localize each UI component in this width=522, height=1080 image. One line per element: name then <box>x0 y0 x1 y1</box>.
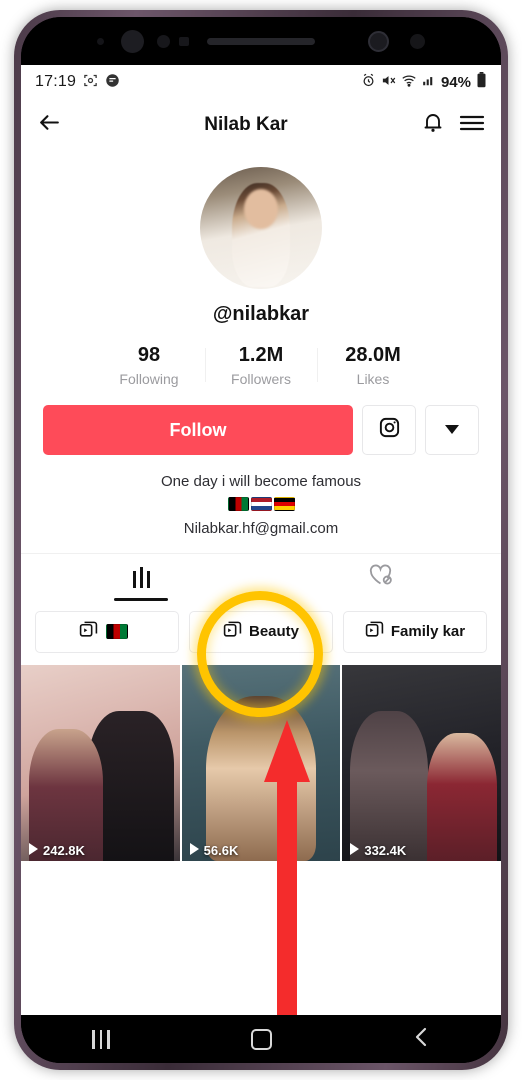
front-camera-icon <box>121 30 144 53</box>
stat-label: Following <box>119 371 179 387</box>
video-thumbnail[interactable]: 242.8K <box>21 664 180 861</box>
playlist-label: Beauty <box>248 623 300 641</box>
app-icon <box>105 73 120 92</box>
video-view-count: 56.6K <box>203 842 239 858</box>
app-screen: 17:19 94% Nilab Kar @nilabkar 98 Followi… <box>21 65 501 1015</box>
flag-afghanistan-icon <box>105 624 128 640</box>
play-icon <box>28 842 39 858</box>
status-bar: 17:19 94% <box>21 65 501 99</box>
hamburger-menu-icon[interactable] <box>459 112 485 139</box>
playlist-chip-beauty[interactable]: Beauty <box>189 610 333 653</box>
status-bar-left: 17:19 <box>35 73 120 92</box>
battery-icon <box>476 72 487 92</box>
play-icon <box>349 842 360 858</box>
profile-section: @nilabkar 98 Following 1.2M Followers 28… <box>21 151 501 537</box>
back-chevron-icon <box>412 1026 430 1053</box>
recents-icon <box>92 1029 110 1049</box>
more-options-button[interactable] <box>425 405 479 455</box>
stat-likes[interactable]: 28.0M Likes <box>317 344 429 387</box>
stat-label: Followers <box>231 371 291 387</box>
stat-value: 1.2M <box>238 344 284 366</box>
instagram-icon <box>378 416 401 444</box>
playlist-chip-family[interactable]: Family kar <box>343 610 487 653</box>
stat-following[interactable]: 98 Following <box>93 344 205 387</box>
flag-germany-icon <box>273 496 295 511</box>
video-thumbnail[interactable]: 332.4K <box>342 664 501 861</box>
action-row: Follow <box>21 405 501 455</box>
stat-label: Likes <box>356 371 390 387</box>
status-clock: 17:19 <box>35 73 77 90</box>
play-icon <box>189 842 200 858</box>
playlist-label: Family kar <box>390 623 466 641</box>
stat-followers[interactable]: 1.2M Followers <box>205 344 317 387</box>
video-view-count-wrap: 332.4K <box>349 842 407 858</box>
home-icon <box>250 1028 272 1050</box>
tab-videos[interactable] <box>21 554 261 601</box>
bio-text: One day i will become famous <box>160 473 362 490</box>
page-title: Nilab Kar <box>204 114 288 135</box>
bio-email: Nilabkar.hf@gmail.com <box>183 519 339 537</box>
proximity-sensor-icon <box>97 38 104 45</box>
home-button[interactable] <box>221 1028 301 1050</box>
alarm-icon <box>361 73 376 92</box>
playlist-row: Beauty Family kar <box>21 600 501 665</box>
secondary-camera-icon <box>410 34 425 49</box>
bio-flags <box>39 494 483 518</box>
stat-value: 28.0M <box>345 344 401 366</box>
video-view-count-wrap: 242.8K <box>28 842 85 858</box>
grid-icon <box>132 566 150 588</box>
header-back-button[interactable] <box>37 110 71 140</box>
flag-netherlands-icon <box>250 496 272 511</box>
led-indicator-icon <box>179 37 189 46</box>
mute-icon <box>381 73 396 92</box>
phone-notch <box>21 17 501 65</box>
iris-scanner-icon <box>368 31 389 52</box>
status-bar-right: 94% <box>361 72 487 92</box>
video-view-count: 332.4K <box>364 842 407 858</box>
stat-value: 98 <box>137 344 161 366</box>
android-nav-bar <box>21 1015 501 1063</box>
phone-frame: 17:19 94% Nilab Kar @nilabkar 98 Followi… <box>14 10 508 1070</box>
video-view-count-wrap: 56.6K <box>189 842 239 858</box>
header-actions <box>421 111 485 140</box>
tab-liked[interactable] <box>261 554 501 601</box>
avatar[interactable] <box>200 167 322 289</box>
instagram-link-button[interactable] <box>362 405 416 455</box>
video-thumbnail[interactable]: 56.6K <box>181 664 341 861</box>
profile-handle: @nilabkar <box>212 303 310 325</box>
video-grid: 242.8K 56.6K 332.4K <box>21 664 501 861</box>
wifi-icon <box>401 73 417 92</box>
playlist-icon <box>79 620 98 643</box>
chevron-down-icon <box>445 421 459 439</box>
recents-button[interactable] <box>61 1029 141 1049</box>
app-header: Nilab Kar <box>21 99 501 151</box>
light-sensor-icon <box>157 35 170 48</box>
video-view-count: 242.8K <box>43 842 85 858</box>
stats-row: 98 Following 1.2M Followers 28.0M Likes <box>21 344 501 387</box>
bell-icon[interactable] <box>421 111 445 140</box>
phone-screen-area: 17:19 94% Nilab Kar @nilabkar 98 Followi… <box>21 17 501 1063</box>
flag-afghanistan-icon <box>227 496 249 511</box>
earpiece-speaker <box>207 37 315 45</box>
back-button[interactable] <box>381 1026 461 1053</box>
battery-percent: 94% <box>440 73 471 91</box>
signal-icon <box>422 73 436 91</box>
screenshot-icon <box>83 73 98 92</box>
playlist-icon <box>365 620 384 643</box>
profile-tabs <box>21 552 501 601</box>
playlist-icon <box>223 620 242 643</box>
playlist-chip-flag[interactable] <box>35 610 179 653</box>
back-arrow-icon <box>37 110 62 140</box>
follow-button[interactable]: Follow <box>43 405 353 455</box>
bio-section: One day i will become famous Nilabkar.hf… <box>21 471 501 537</box>
heart-lock-icon <box>368 563 394 592</box>
